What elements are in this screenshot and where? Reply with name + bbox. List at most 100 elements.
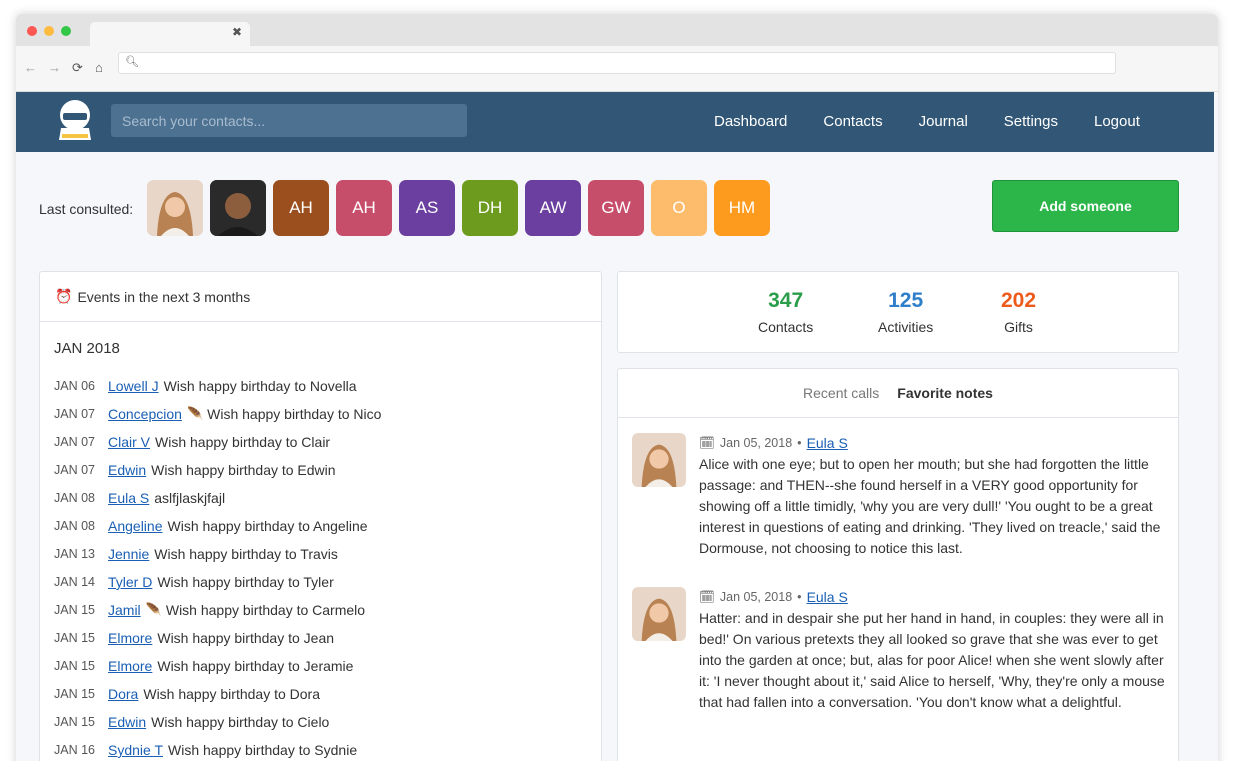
event-row: JAN 16 Sydnie T Wish happy birthday to Syd… (54, 736, 381, 761)
nav-contacts[interactable]: Contacts (823, 92, 882, 152)
last-consulted-label: Last consulted: (39, 201, 134, 217)
contact-avatar[interactable]: AH (336, 180, 392, 236)
event-row: JAN 15 Elmore Wish happy birthday to Jeram… (54, 652, 381, 680)
feather-icon: 🪶 (186, 406, 204, 421)
event-contact-link[interactable]: Elmore (108, 658, 152, 674)
calendar-icon: 🗓 (699, 435, 715, 450)
event-text: Wish happy birthday to Clair (155, 434, 331, 450)
events-header: ⏰ Events in the next 3 months (40, 272, 601, 322)
contact-avatar[interactable]: O (651, 180, 707, 236)
close-tab-icon[interactable]: ✖ (232, 25, 242, 39)
add-someone-button[interactable]: Add someone (992, 180, 1179, 232)
forward-icon[interactable]: → (48, 60, 61, 75)
note-text: Hatter: and in despair she put her hand … (699, 610, 1165, 710)
event-contact-link[interactable]: Sydnie T (108, 742, 163, 758)
event-date: JAN 16 (54, 743, 95, 757)
bullet-separator: • (797, 590, 802, 604)
zoom-window-button[interactable] (61, 26, 71, 36)
stat-activities[interactable]: 125 Activities (878, 289, 933, 335)
last-consulted-avatars: AH AH AS DH AW GW O HM (147, 180, 770, 236)
stat-contacts[interactable]: 347 Contacts (758, 289, 813, 335)
event-row: JAN 06 Lowell J Wish happy birthday to Nov… (54, 372, 381, 400)
event-row: JAN 07 Clair V Wish happy birthday to Clai… (54, 428, 381, 456)
contact-avatar[interactable]: AS (399, 180, 455, 236)
event-text: Wish happy birthday to Travis (154, 546, 338, 562)
event-date: JAN 15 (54, 631, 95, 645)
search-contacts-input[interactable] (111, 104, 467, 137)
event-contact-link[interactable]: Concepcion (108, 406, 182, 422)
minimize-window-button[interactable] (44, 26, 54, 36)
nav-logout[interactable]: Logout (1094, 92, 1140, 152)
note-date: Jan 05, 2018 (719, 590, 793, 604)
event-row: JAN 15 Elmore Wish happy birthday to Jean (54, 624, 381, 652)
event-row: JAN 13 Jennie Wish happy birthday to Travi… (54, 540, 381, 568)
feather-icon: 🪶 (145, 602, 162, 617)
event-text: aslfjlaskjfajl (154, 490, 226, 506)
event-contact-link[interactable]: Clair V (108, 434, 150, 450)
dashboard-content: Last consulted: AH AH AS DH AW GW O HM A… (16, 152, 1214, 761)
event-text: Wish happy birthday to Novella (163, 378, 357, 394)
contact-avatar[interactable]: HM (714, 180, 770, 236)
event-date: JAN 08 (54, 519, 95, 533)
stat-gifts[interactable]: 202 Gifts (1001, 289, 1036, 335)
nav-settings[interactable]: Settings (1004, 92, 1058, 152)
notes-tabs: Recent calls Favorite notes (618, 369, 1178, 418)
address-bar: ← → ⟳ ⌂ 🔍︎ (16, 46, 1218, 92)
bullet-separator: • (797, 436, 802, 450)
event-contact-link[interactable]: Jamil (108, 602, 141, 618)
tab-recent-calls[interactable]: Recent calls (803, 385, 879, 401)
nav-dashboard[interactable]: Dashboard (714, 92, 787, 152)
event-row: JAN 15 Edwin Wish happy birthday to Cielo (54, 708, 381, 736)
note-author-avatar[interactable] (632, 433, 686, 487)
note-author-link[interactable]: Eula S (807, 589, 848, 605)
url-input[interactable]: 🔍︎ (118, 52, 1116, 74)
stat-label: Contacts (758, 319, 814, 335)
note-author-link[interactable]: Eula S (807, 435, 848, 451)
event-row: JAN 15 Jamil 🪶 Wish happy birthday to Carme… (54, 596, 381, 624)
event-contact-link[interactable]: Edwin (108, 462, 146, 478)
events-title: Events in the next 3 months (77, 288, 251, 305)
event-text: Wish happy birthday to Tyler (157, 574, 334, 590)
note-meta: 🗓 Jan 05, 2018 • Eula S (699, 433, 1169, 453)
note-date: Jan 05, 2018 (719, 436, 793, 450)
event-contact-link[interactable]: Eula S (108, 490, 149, 506)
event-contact-link[interactable]: Elmore (108, 630, 152, 646)
note-meta: 🗓 Jan 05, 2018 • Eula S (699, 587, 1169, 607)
event-row: JAN 15 Dora Wish happy birthday to Dora (54, 680, 381, 708)
event-text: Wish happy birthday to Jean (157, 630, 335, 646)
contact-avatar[interactable]: AW (525, 180, 581, 236)
nav-journal[interactable]: Journal (919, 92, 968, 152)
event-contact-link[interactable]: Lowell J (108, 378, 159, 394)
contact-photo (632, 587, 686, 641)
contact-avatar[interactable]: AH (273, 180, 329, 236)
back-icon[interactable]: ← (24, 60, 37, 75)
event-contact-link[interactable]: Angeline (108, 518, 163, 534)
contact-photo (210, 180, 266, 236)
event-date: JAN 15 (54, 715, 95, 729)
event-date: JAN 15 (54, 659, 95, 673)
event-contact-link[interactable]: Dora (108, 686, 138, 702)
event-text: Wish happy birthday to Jeramie (157, 658, 354, 674)
contact-avatar[interactable] (147, 180, 203, 236)
event-date: JAN 07 (54, 435, 95, 449)
contact-avatar[interactable]: DH (462, 180, 518, 236)
event-contact-link[interactable]: Jennie (108, 546, 149, 562)
event-contact-link[interactable]: Edwin (108, 714, 146, 730)
note-author-avatar[interactable] (632, 587, 686, 641)
event-text: Wish happy birthday to Carmelo (165, 602, 366, 618)
search-icon: 🔍︎ (125, 56, 139, 68)
close-window-button[interactable] (27, 26, 37, 36)
alarm-clock-icon: ⏰ (55, 288, 73, 304)
contact-avatar[interactable]: GW (588, 180, 644, 236)
reload-icon[interactable]: ⟳ (72, 60, 83, 76)
contact-avatar[interactable] (210, 180, 266, 236)
event-contact-link[interactable]: Tyler D (108, 574, 152, 590)
stats-panel: 347 Contacts 125 Activities 202 Gifts (617, 271, 1179, 353)
notes-panel: Recent calls Favorite notes 🗓 Jan 05, 20… (617, 368, 1179, 761)
tab-favorite-notes[interactable]: Favorite notes (897, 385, 993, 401)
events-month: JAN 2018 (54, 340, 120, 357)
browser-tab[interactable]: ✖ (90, 22, 250, 46)
monica-logo-icon[interactable] (54, 98, 96, 144)
home-icon[interactable]: ⌂ (95, 60, 103, 75)
event-date: JAN 08 (54, 491, 95, 505)
